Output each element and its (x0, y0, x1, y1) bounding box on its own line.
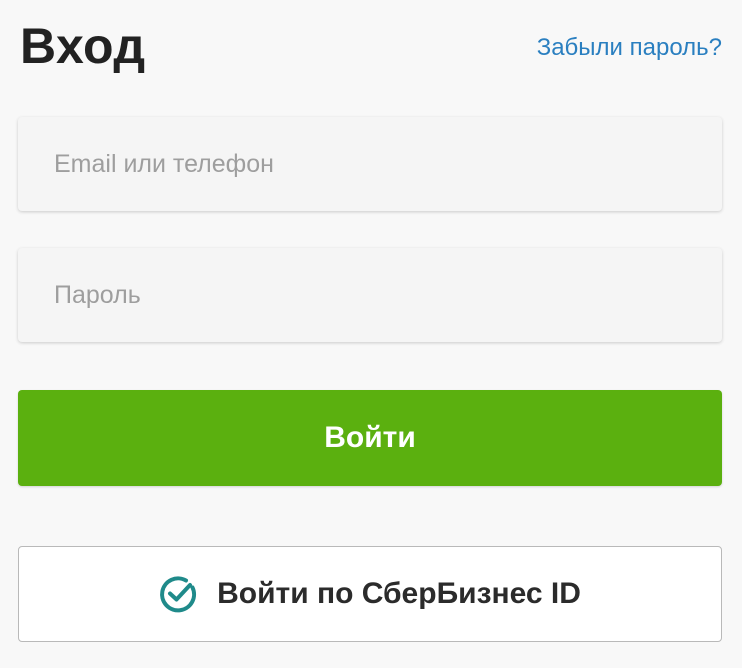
login-button[interactable]: Войти (18, 390, 722, 486)
sber-button-label: Войти по СберБизнес ID (217, 577, 581, 610)
sber-business-id-button[interactable]: Войти по СберБизнес ID (18, 546, 722, 642)
password-input[interactable] (18, 248, 722, 342)
email-field-container (18, 117, 722, 211)
sber-check-circle-icon (159, 575, 197, 613)
email-or-phone-input[interactable] (18, 117, 722, 211)
page-title: Вход (20, 18, 146, 74)
forgot-password-link[interactable]: Забыли пароль? (537, 32, 722, 64)
password-field-container (18, 248, 722, 342)
login-header: Вход Забыли пароль? (18, 14, 722, 84)
